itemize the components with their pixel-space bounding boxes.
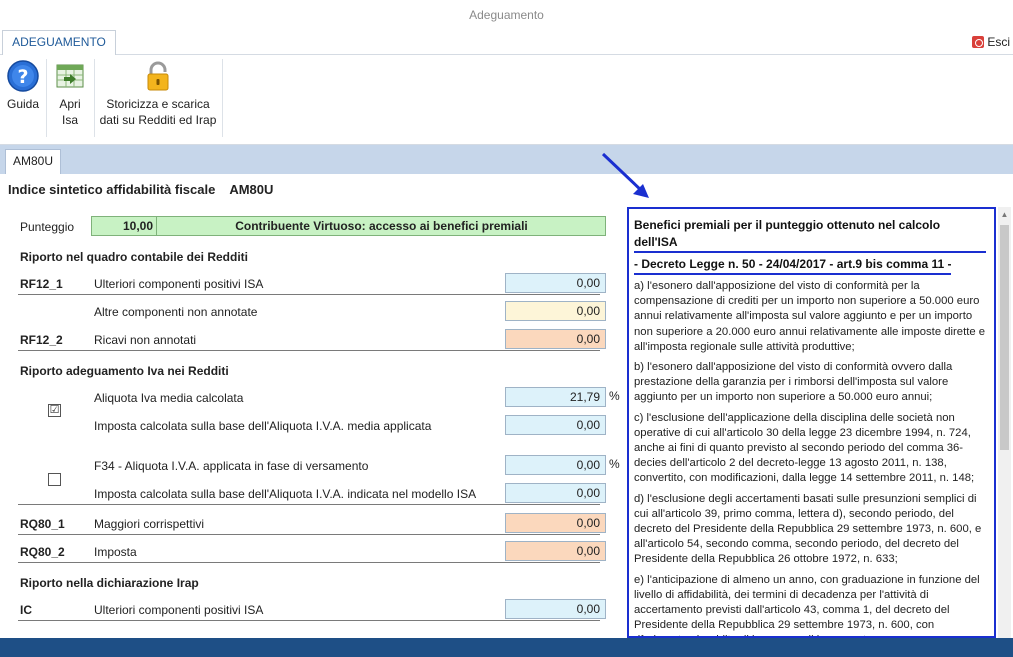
scroll-thumb[interactable] [1000,225,1009,450]
tab-adeguamento[interactable]: ADEGUAMENTO [2,30,116,56]
imposta-media-field[interactable]: 0,00 [505,415,606,435]
store-label-2: dati su Redditi ed Irap [99,113,217,127]
row-rf12-2: RF12_2 Ricavi non annotati 0,00 [0,328,620,352]
benefits-info-panel: Benefici premiali per il punteggio otten… [627,207,996,638]
row-altre: Altre componenti non annotate 0,00 [0,300,620,324]
row-code: IC [20,603,32,617]
score-label: Punteggio [20,220,75,234]
f34-field[interactable]: 0,00 [505,455,606,475]
row-ic: IC Ulteriori componenti positivi ISA 0,0… [0,598,620,622]
info-paragraph-d: d) l'esclusione degli accertamenti basat… [634,492,982,566]
aliquota-field[interactable]: 21,79 [505,387,606,407]
row-desc: Ulteriori componenti positivi ISA [94,603,264,617]
ribbon: ? Guida Apri Isa Storicizza e scarica da… [0,55,1013,145]
rf12-1-field[interactable]: 0,00 [505,273,606,293]
row-f34: F34 - Aliquota I.V.A. applicata in fase … [0,454,620,478]
row-desc: Ricavi non annotati [94,333,197,347]
row-desc: Aliquota Iva media calcolata [94,391,244,405]
window-title: Adeguamento [0,0,1013,30]
scroll-up-arrow-icon[interactable]: ▲ [998,209,1011,221]
score-value: 10,00 [92,217,157,235]
info-title-1: Benefici premiali per il punteggio otten… [634,217,986,253]
row-code: RF12_1 [20,277,63,291]
document-tab-bar: AM80U [0,145,1013,174]
power-icon [972,36,985,48]
section-iva: Riporto adeguamento Iva nei Redditi [20,364,229,378]
info-title-2: - Decreto Legge n. 50 - 24/04/2017 - art… [634,256,952,275]
padlock-icon [147,61,169,91]
store-download-button[interactable]: Storicizza e scarica dati su Redditi ed … [98,60,218,128]
section-irap: Riporto nella dichiarazione Irap [20,576,199,590]
exit-button[interactable]: Esci [972,33,1010,51]
row-desc: Altre componenti non annotate [94,305,258,319]
row-rq80-1: RQ80_1 Maggiori corrispettivi 0,00 [0,512,620,536]
ribbon-separator [46,59,47,137]
info-paragraph-b: b) l'esonero dall'apposizione del visto … [634,361,953,404]
guide-label: Guida [6,97,40,111]
store-label-1: Storicizza e scarica [106,97,210,111]
exit-label: Esci [987,35,1010,49]
row-desc: Maggiori corrispettivi [94,517,205,531]
row-code: RF12_2 [20,333,63,347]
row-desc: Imposta calcolata sulla base dell'Aliquo… [94,487,477,501]
info-scrollbar[interactable]: ▲ [998,207,1011,638]
ribbon-tab-row: ADEGUAMENTO Esci [0,30,1013,56]
annotation-arrow-icon [601,152,649,198]
section-redditi: Riporto nel quadro contabile dei Redditi [20,250,249,264]
score-box: 10,00 Contribuente Virtuoso: accesso ai … [91,216,606,236]
tab-am80u[interactable]: AM80U [5,149,61,174]
ribbon-separator [222,59,223,137]
info-paragraph-c: c) l'esclusione dell'applicazione della … [634,411,975,485]
ribbon-separator [94,59,95,137]
page-title-text: Indice sintetico affidabilità fiscale [8,182,216,197]
status-bar [0,638,1013,657]
row-aliquota: Aliquota Iva media calcolata 21,79 % [0,386,620,410]
score-text: Contribuente Virtuoso: accesso ai benefi… [235,219,528,233]
imposta-isa-field[interactable]: 0,00 [505,483,606,503]
row-imposta-isa: Imposta calcolata sulla base dell'Aliquo… [0,482,620,506]
svg-text:?: ? [17,66,28,88]
info-paragraph-e: e) l'anticipazione di almeno un anno, co… [634,573,980,636]
percent-sign: % [609,389,620,403]
row-code: RQ80_1 [20,517,65,531]
guide-button[interactable]: ? Guida [5,60,41,112]
row-desc: Imposta [94,545,137,559]
rf12-2-field[interactable]: 0,00 [505,329,606,349]
spreadsheet-icon [56,64,84,88]
rq80-1-field[interactable]: 0,00 [505,513,606,533]
page-code: AM80U [229,182,274,197]
row-rq80-2: RQ80_2 Imposta 0,00 [0,540,620,564]
row-desc: Imposta calcolata sulla base dell'Aliquo… [94,419,432,433]
row-desc: Ulteriori componenti positivi ISA [94,277,264,291]
row-desc: F34 - Aliquota I.V.A. applicata in fase … [94,459,369,473]
row-code: RQ80_2 [20,545,65,559]
row-imposta-media: Imposta calcolata sulla base dell'Aliquo… [0,414,620,438]
altre-field[interactable]: 0,00 [505,301,606,321]
page-title: Indice sintetico affidabilità fiscale AM8… [8,182,273,197]
open-isa-button[interactable]: Apri Isa [52,60,88,128]
row-rf12-1: RF12_1 Ulteriori componenti positivi ISA… [0,272,620,296]
help-icon: ? [7,60,39,92]
open-isa-label-2: Isa [61,113,78,127]
percent-sign: % [609,457,620,471]
info-paragraph-a: a) l'esonero dall'apposizione del visto … [634,280,986,353]
open-isa-label-1: Apri [59,97,81,111]
rq80-2-field[interactable]: 0,00 [505,541,606,561]
ic-field[interactable]: 0,00 [505,599,606,619]
